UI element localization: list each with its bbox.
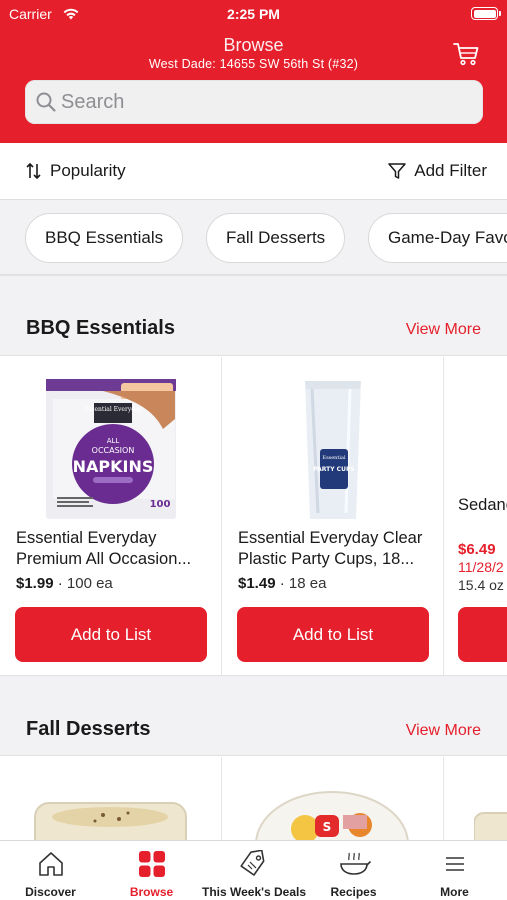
store-selector[interactable]: West Dade: 14655 SW 56th St (#32) [0, 57, 507, 71]
section-title: Fall Desserts [26, 718, 151, 740]
filter-icon [388, 163, 406, 179]
tab-weekly-deals[interactable]: This Week's Deals [202, 841, 307, 900]
product-sale-date: 11/28/2 [458, 559, 504, 575]
svg-text:Essential Everyday: Essential Everyday [84, 406, 143, 413]
tab-bar: Discover Browse This Week's Deals Recipe… [0, 840, 507, 900]
product-sale-price: $6.49 [458, 541, 496, 558]
battery-icon [471, 7, 501, 20]
cart-icon[interactable] [453, 42, 479, 66]
sort-filter-bar: Popularity Add Filter [0, 143, 507, 200]
status-bar: Carrier 2:25 PM [0, 5, 507, 25]
product-card[interactable]: Sedano's Briquets $6.49 11/28/2 15.4 oz [444, 357, 507, 675]
section-header: BBQ Essentials View More [0, 276, 507, 356]
svg-text:NAPKINS: NAPKINS [73, 457, 154, 476]
section-header: Fall Desserts View More [0, 676, 507, 756]
tab-label: Discover [25, 885, 76, 899]
product-carousel[interactable]: S [0, 757, 507, 841]
tab-label: Recipes [330, 885, 377, 899]
tab-browse[interactable]: Browse [101, 841, 202, 900]
product-name: Sedano's Briquets [458, 496, 507, 514]
section-bbq-essentials: BBQ Essentials View More Essential Every… [0, 275, 507, 675]
cooking-pot-icon [339, 852, 371, 875]
sort-label: Popularity [50, 161, 126, 180]
section-fall-desserts: Fall Desserts View More S [0, 675, 507, 841]
search-bar[interactable] [25, 80, 483, 124]
add-filter-button[interactable]: Add Filter [388, 161, 487, 181]
product-carousel[interactable]: Essential Everyday ALL OCCASION NAPKINS … [0, 357, 507, 675]
grid-icon [138, 851, 165, 877]
product-card[interactable]: Essential Everyday ALL OCCASION NAPKINS … [0, 357, 222, 675]
add-to-list-button[interactable] [458, 607, 507, 662]
sort-icon [26, 162, 41, 180]
section-title: BBQ Essentials [26, 317, 175, 339]
tab-more[interactable]: More [404, 841, 505, 900]
search-input[interactable] [61, 80, 461, 124]
add-to-list-button[interactable]: Add to List [15, 607, 207, 662]
product-image [34, 802, 187, 841]
svg-text:Essential: Essential [322, 455, 346, 461]
page-title: Browse [223, 35, 284, 55]
product-name: Essential Everyday Premium All Occasion.… [16, 529, 192, 568]
category-chips: BBQ Essentials Fall Desserts Game-Day Fa… [0, 200, 507, 275]
chip-bbq-essentials[interactable]: BBQ Essentials [25, 213, 184, 263]
view-more-link[interactable]: View More [406, 321, 481, 339]
product-qty: 15.4 oz [458, 577, 504, 593]
product-image: Essential Everyday ALL OCCASION NAPKINS … [46, 379, 176, 519]
app-header: Carrier 2:25 PM Browse West Dade: 14655 … [0, 0, 507, 143]
svg-text:S: S [323, 820, 332, 834]
svg-text:OCCASION: OCCASION [92, 446, 135, 455]
sort-button[interactable]: Popularity [26, 161, 126, 181]
tab-recipes[interactable]: Recipes [303, 841, 404, 900]
product-price: $1.99 · 100 ea [16, 575, 113, 592]
tab-discover[interactable]: Discover [0, 841, 101, 900]
view-more-link[interactable]: View More [406, 722, 481, 740]
status-time: 2:25 PM [227, 6, 280, 22]
chip-game-day-favorites[interactable]: Game-Day Favorites [368, 213, 507, 263]
search-icon [36, 92, 56, 112]
product-card[interactable] [0, 757, 222, 841]
svg-text:100: 100 [150, 499, 171, 510]
tab-label: More [440, 885, 469, 899]
product-image: Essential PARTY CUPS [305, 381, 361, 519]
tab-label: Browse [129, 885, 174, 899]
tag-icon [239, 850, 264, 876]
product-card[interactable] [444, 757, 507, 841]
svg-text:ALL: ALL [107, 437, 120, 445]
product-price: $1.49 · 18 ea [238, 575, 327, 592]
home-icon [38, 852, 63, 876]
product-image [474, 812, 507, 841]
add-to-list-button[interactable]: Add to List [237, 607, 429, 662]
product-card[interactable]: Essential PARTY CUPS Essential Everyday … [222, 357, 444, 675]
product-card[interactable]: S [222, 757, 444, 841]
chip-fall-desserts[interactable]: Fall Desserts [206, 213, 346, 263]
filter-label: Add Filter [414, 161, 487, 180]
product-image: S [255, 791, 409, 841]
tab-label: This Week's Deals [202, 885, 307, 899]
product-name: Essential Everyday Clear Plastic Party C… [238, 529, 423, 568]
menu-icon [445, 857, 464, 871]
svg-text:PARTY CUPS: PARTY CUPS [313, 466, 354, 473]
